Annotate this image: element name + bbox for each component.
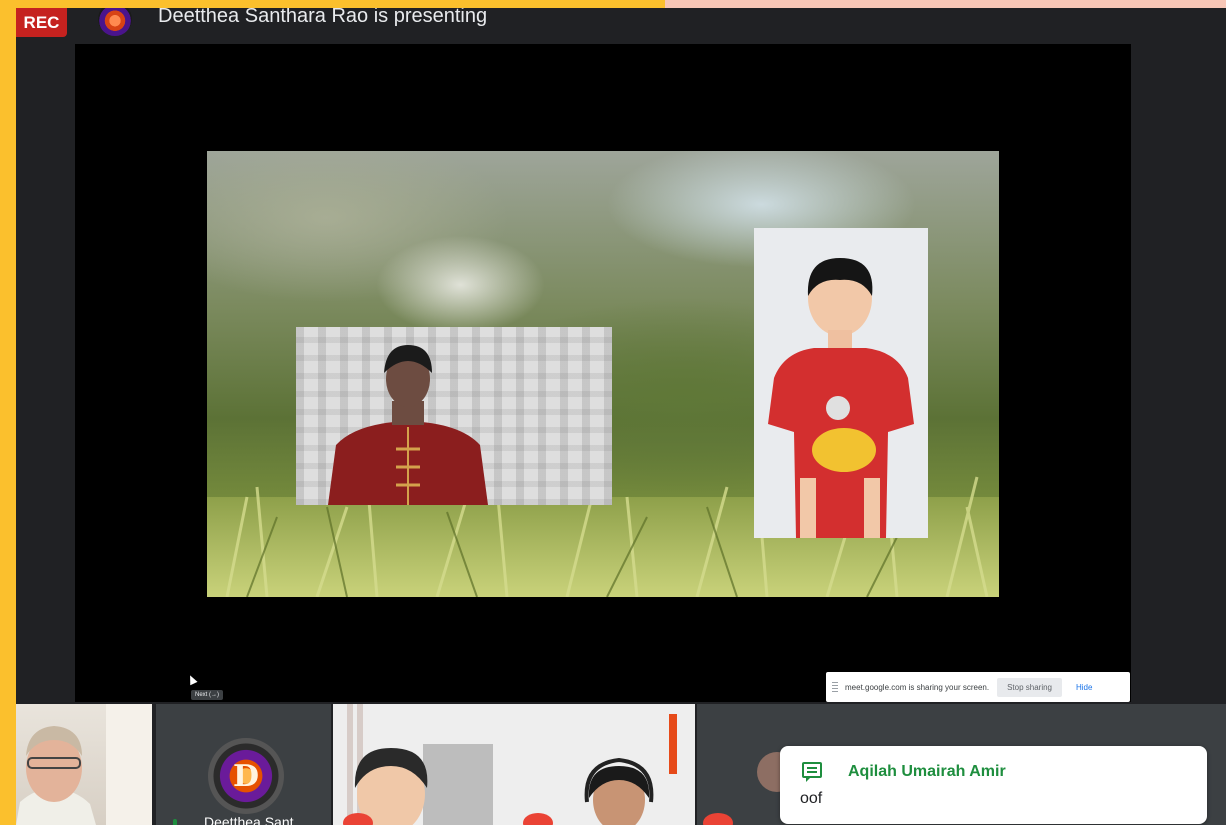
participant-avatar: D [208, 738, 284, 814]
page-frame-top [0, 0, 665, 8]
student-figure-right [768, 258, 914, 538]
presenting-banner: Deetthea Santhara Rao is presenting [158, 8, 488, 27]
student-figure-left [328, 345, 488, 505]
participant-name: Deetthea Sant [204, 814, 294, 825]
shared-screen [75, 44, 1131, 702]
page-frame-left [0, 0, 16, 825]
page-frame-top-accent [665, 0, 1226, 8]
participant-tile[interactable]: D Deetthea Sant [156, 704, 331, 825]
meet-window: REC Deetthea Santhara Rao is presenting [16, 8, 1226, 825]
presenter-avatar [98, 8, 132, 36]
chat-message: oof [800, 790, 823, 807]
share-message: meet.google.com is sharing your screen. [845, 682, 990, 692]
screen-share-bar: meet.google.com is sharing your screen. … [826, 672, 1130, 702]
participant-tile[interactable] [16, 704, 152, 825]
participant-tile[interactable] [333, 704, 695, 825]
student-photo-right [754, 228, 928, 538]
recording-badge: REC [16, 8, 67, 37]
mic-on-icon [173, 819, 177, 825]
presentation-slide [207, 151, 999, 597]
student-photo-left [296, 327, 612, 505]
participant-video [333, 704, 695, 825]
chat-notification[interactable]: Aqilah Umairah Amir oof [780, 746, 1207, 824]
mic-off-icon [703, 813, 733, 825]
chat-icon [802, 762, 822, 782]
hide-share-bar-button[interactable]: Hide [1076, 683, 1092, 692]
chat-sender: Aqilah Umairah Amir [848, 763, 1006, 780]
participant-video [16, 704, 152, 825]
cursor-tooltip: Next (→) [191, 690, 223, 700]
stop-sharing-button[interactable]: Stop sharing [997, 677, 1062, 697]
drag-handle-icon[interactable] [832, 682, 838, 692]
